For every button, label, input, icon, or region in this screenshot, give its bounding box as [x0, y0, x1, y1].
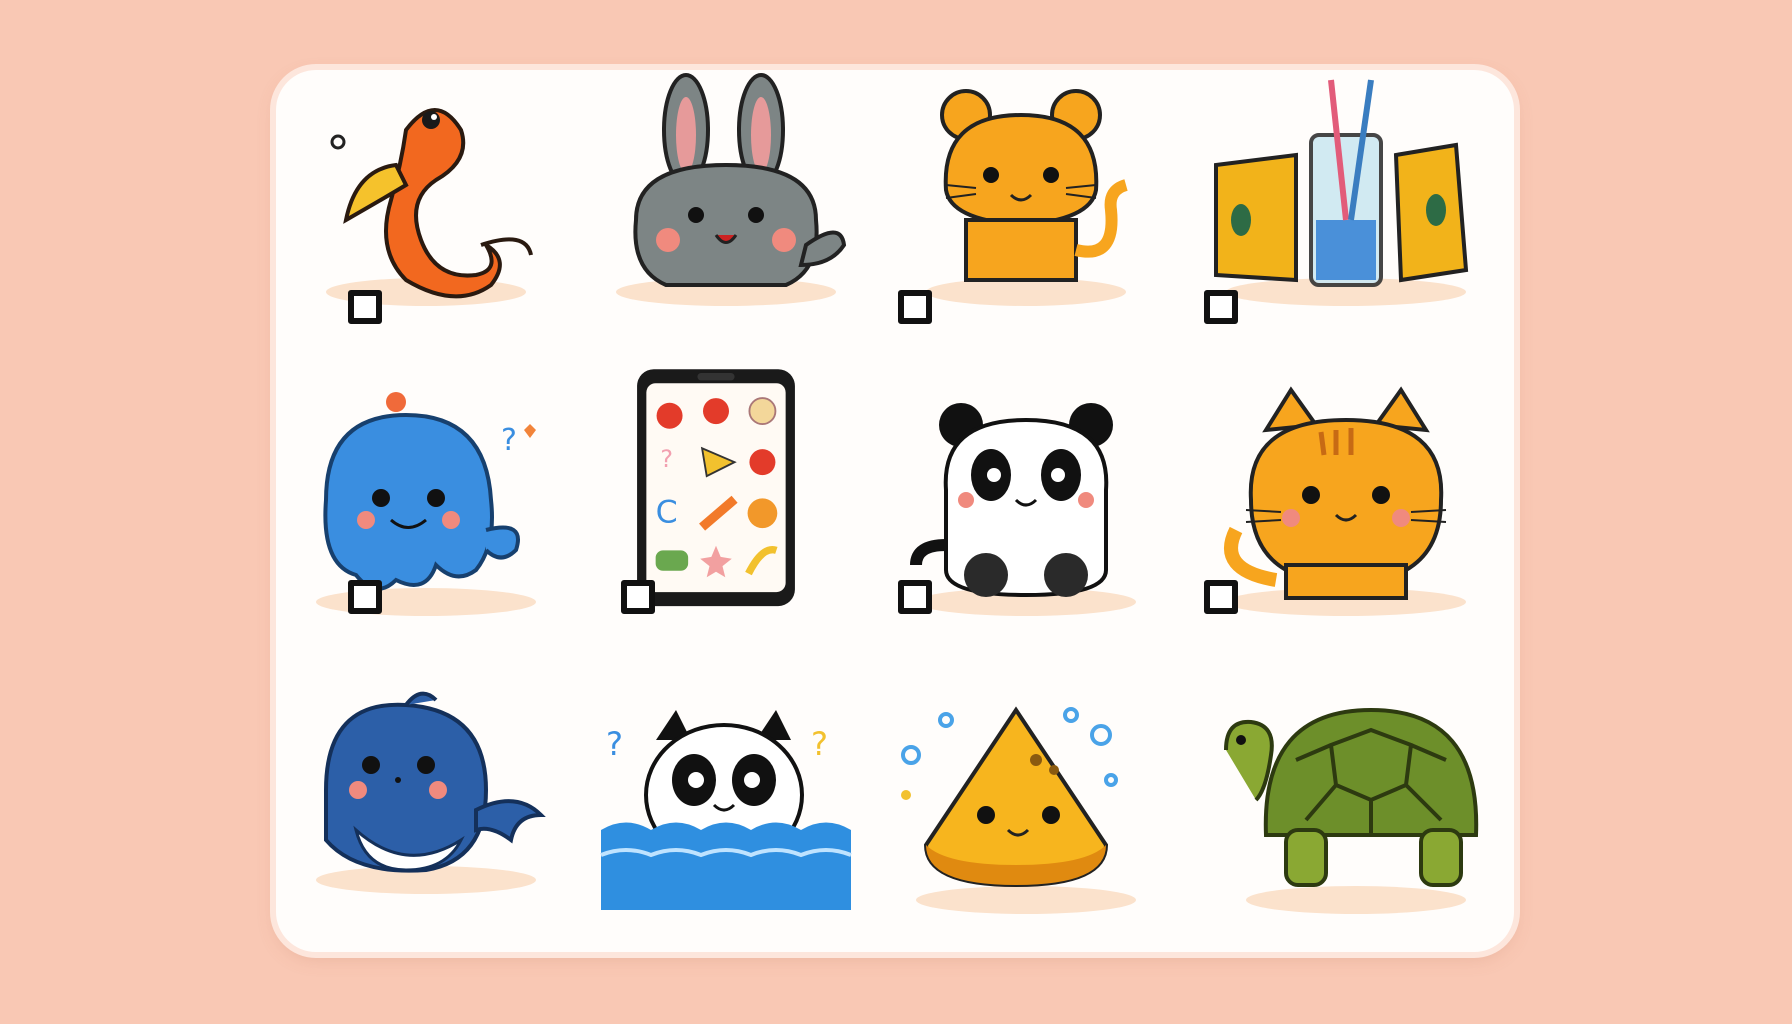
checkbox-row2-col1[interactable]: [348, 580, 382, 614]
svg-text:?: ?: [606, 725, 623, 763]
cheese-slice-icon: [901, 706, 1136, 914]
checkbox-row1-col3[interactable]: [898, 290, 932, 324]
checkbox-row2-col3[interactable]: [898, 580, 932, 614]
checkbox-row2-col2[interactable]: [621, 580, 655, 614]
orange-seahorse-icon: [326, 108, 533, 306]
tile-green-turtle[interactable]: [1196, 670, 1496, 930]
image-grid-card: ? ? C ? ?: [276, 70, 1514, 952]
tile-orange-seahorse[interactable]: [286, 70, 586, 330]
svg-text:?: ?: [811, 725, 828, 763]
checkbox-row1-col1[interactable]: [348, 290, 382, 324]
svg-text:?: ?: [501, 423, 517, 458]
tile-blue-octopus[interactable]: ?: [286, 370, 586, 630]
green-turtle-icon: [1224, 707, 1479, 914]
tile-gray-bunny[interactable]: [576, 70, 876, 330]
blue-whale-icon: [316, 691, 546, 894]
checkbox-row2-col4[interactable]: [1204, 580, 1238, 614]
panda-in-water-icon: ? ?: [600, 710, 852, 910]
svg-text:C: C: [656, 495, 678, 531]
tile-cheese-slice[interactable]: [886, 670, 1186, 930]
blue-octopus-icon: ?: [316, 392, 536, 616]
svg-text:?: ?: [660, 445, 673, 473]
tile-orange-kitten[interactable]: [1196, 370, 1496, 630]
cheese-blocks-and-glass-icon: [1214, 79, 1469, 306]
tile-blue-whale[interactable]: [286, 680, 586, 940]
gray-bunny-icon: [616, 73, 847, 306]
orange-kitten-icon: [1224, 386, 1466, 616]
tile-cheese-blocks-and-glass[interactable]: [1196, 70, 1496, 330]
tile-panda-in-water[interactable]: ? ?: [596, 670, 856, 930]
checkbox-row1-col4[interactable]: [1204, 290, 1238, 324]
